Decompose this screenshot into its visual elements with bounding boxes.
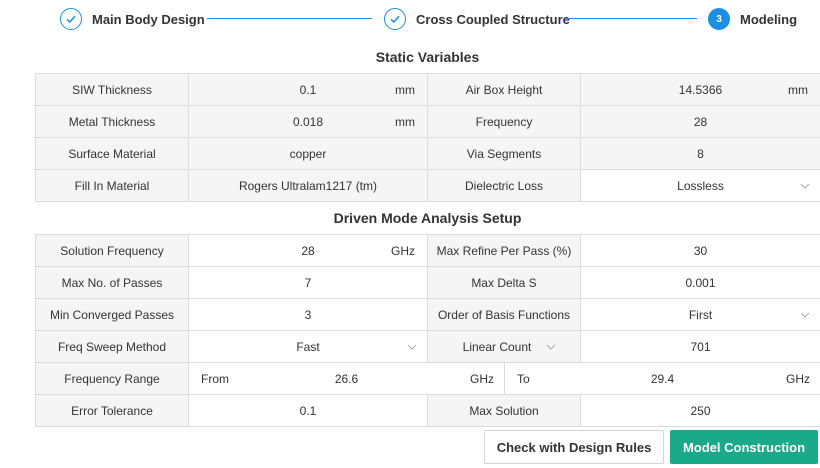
field-value: 14.5366 [678,82,723,97]
solution-frequency-input[interactable]: 28 GHz [189,235,428,267]
frequency-range-field: From 26.6 GHz To 29.4 GHz [189,363,820,395]
static-variables-grid: SIW Thickness 0.1 mm Air Box Height 14.5… [35,73,820,202]
field-label: Min Converged Passes [36,299,189,331]
field-value: Fast [296,339,320,354]
table-row: Max No. of Passes 7 Max Delta S 0.001 [36,267,820,299]
fill-in-material-field[interactable]: Rogers Ultralam1217 (tm) [189,170,428,202]
surface-material-field[interactable]: copper [189,138,428,170]
frequency-from-input[interactable]: From 26.6 GHz [189,363,505,394]
driven-mode-grid: Solution Frequency 28 GHz Max Refine Per… [35,234,820,427]
step-label: Cross Coupled Structure [416,11,570,27]
field-value: Rogers Ultralam1217 (tm) [238,178,378,193]
field-value: 8 [697,146,704,161]
max-delta-s-input[interactable]: 0.001 [581,267,820,299]
field-label: Dielectric Loss [428,170,581,202]
air-box-height-field[interactable]: 14.5366 mm [581,74,820,106]
table-row: Frequency Range From 26.6 GHz To 29.4 GH… [36,363,820,395]
step-cross-coupled-structure[interactable]: Cross Coupled Structure [384,6,570,32]
frequency-to-input[interactable]: To 29.4 GHz [505,363,820,394]
step-connector [565,18,697,19]
check-icon [60,8,82,30]
field-label: SIW Thickness [36,74,189,106]
field-value: 7 [304,275,312,290]
static-variables-title: Static Variables [375,49,480,65]
table-row: Error Tolerance 0.1 Max Solution 250 [36,395,820,427]
unit-label: mm [395,82,415,97]
field-value: copper [289,146,327,161]
step-main-body-design[interactable]: Main Body Design [60,6,205,32]
step-number-badge: 3 [708,8,730,30]
table-row: SIW Thickness 0.1 mm Air Box Height 14.5… [36,74,820,106]
check-icon [384,8,406,30]
table-row: Surface Material copper Via Segments 8 [36,138,820,170]
unit-label: mm [788,82,808,97]
field-label: Fill In Material [36,170,189,202]
linear-count-input[interactable]: 701 [581,331,820,363]
field-value: 30 [693,243,708,258]
field-label: Max Refine Per Pass (%) [428,235,581,267]
freq-sweep-method-select[interactable]: Fast [189,331,428,363]
unit-label: mm [395,114,415,129]
frequency-field[interactable]: 28 [581,106,820,138]
field-label: Frequency Range [36,363,189,395]
metal-thickness-field[interactable]: 0.018 mm [189,106,428,138]
siw-thickness-field[interactable]: 0.1 mm [189,74,428,106]
order-of-basis-functions-select[interactable]: First [581,299,820,331]
field-label: Max No. of Passes [36,267,189,299]
field-value: 0.1 [299,403,317,418]
field-value: 0.018 [292,114,324,129]
table-row: Solution Frequency 28 GHz Max Refine Per… [36,235,820,267]
field-value: 28 [301,243,315,258]
chevron-down-icon [546,331,556,362]
to-value: 29.4 [650,371,675,386]
chevron-down-icon [800,170,810,201]
field-label: Order of Basis Functions [428,299,581,331]
max-solution-input[interactable]: 250 [581,395,820,427]
step-connector [207,18,372,19]
unit-label: GHz [786,371,810,386]
linear-count-select[interactable]: Linear Count [428,331,581,363]
step-label: Modeling [740,11,798,27]
via-segments-field[interactable]: 8 [581,138,820,170]
unit-label: GHz [391,243,415,258]
table-row: Freq Sweep Method Fast Linear Count 701 [36,331,820,363]
field-label: Metal Thickness [36,106,189,138]
table-row: Min Converged Passes 3 Order of Basis Fu… [36,299,820,331]
field-value: 0.001 [685,275,716,290]
field-value: Lossless [677,178,724,193]
field-value: 3 [304,307,312,322]
model-construction-button[interactable]: Model Construction [670,430,818,464]
field-label: Frequency [428,106,581,138]
driven-mode-title: Driven Mode Analysis Setup [333,210,522,226]
unit-label: GHz [470,371,494,386]
step-modeling[interactable]: 3 Modeling [708,6,797,32]
step-label: Main Body Design [92,11,205,27]
min-converged-passes-input[interactable]: 3 [189,299,428,331]
field-label: Max Solution [428,395,581,427]
dielectric-loss-select[interactable]: Lossless [581,170,820,202]
field-label: Error Tolerance [36,395,189,427]
error-tolerance-input[interactable]: 0.1 [189,395,428,427]
chevron-down-icon [800,299,810,330]
check-design-rules-button[interactable]: Check with Design Rules [484,430,664,464]
field-value: 0.1 [299,82,317,97]
field-label: Via Segments [428,138,581,170]
max-refine-per-pass-input[interactable]: 30 [581,235,820,267]
field-value: 701 [690,339,711,354]
table-row: Metal Thickness 0.018 mm Frequency 28 [36,106,820,138]
progress-stepper: Main Body Design Cross Coupled Structure… [0,0,820,38]
max-passes-input[interactable]: 7 [189,267,428,299]
field-value: First [688,307,713,322]
field-value: 250 [690,403,711,418]
field-value: 28 [693,114,708,129]
field-label: Solution Frequency [36,235,189,267]
table-row: Fill In Material Rogers Ultralam1217 (tm… [36,170,820,202]
field-label: Freq Sweep Method [36,331,189,363]
field-label: Air Box Height [428,74,581,106]
chevron-down-icon [407,331,417,362]
from-value: 26.6 [334,371,359,386]
field-label: Max Delta S [428,267,581,299]
field-label: Surface Material [36,138,189,170]
field-label: Linear Count [462,339,532,354]
